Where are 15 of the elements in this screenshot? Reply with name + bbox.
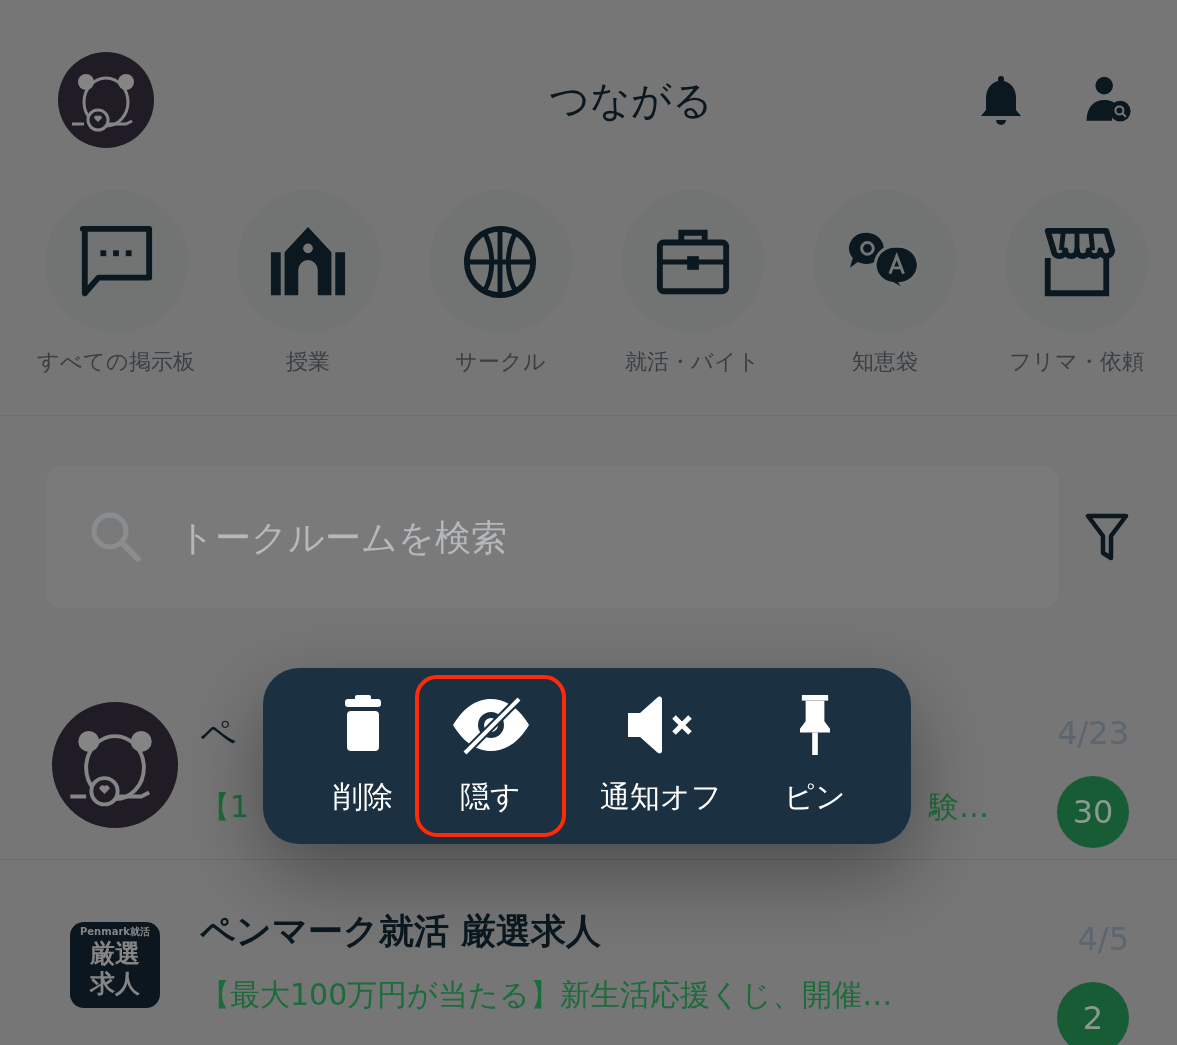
screen-title: つながる	[547, 75, 714, 125]
category-label: サークル	[454, 348, 546, 376]
message-preview: 【最大100万円が当たる】新生活応援くじ、開催…	[200, 976, 893, 1014]
category-label: 知恵袋	[851, 348, 918, 376]
message-preview: 験…	[929, 788, 989, 826]
category-label: フリマ・依頼	[1009, 348, 1145, 376]
room-name: ペ	[200, 712, 237, 756]
category-label: 就活・バイト	[625, 348, 761, 376]
job-tile-icon: Penmark就活 厳選 求人	[70, 922, 160, 1008]
message-preview: 【1	[200, 788, 250, 826]
unread-badge: 2	[1057, 982, 1129, 1045]
unread-badge: 30	[1057, 776, 1129, 848]
category-label: すべての掲示板	[37, 348, 195, 376]
room-name: ペンマーク就活 厳選求人	[200, 910, 602, 953]
category-label: 授業	[286, 348, 331, 376]
